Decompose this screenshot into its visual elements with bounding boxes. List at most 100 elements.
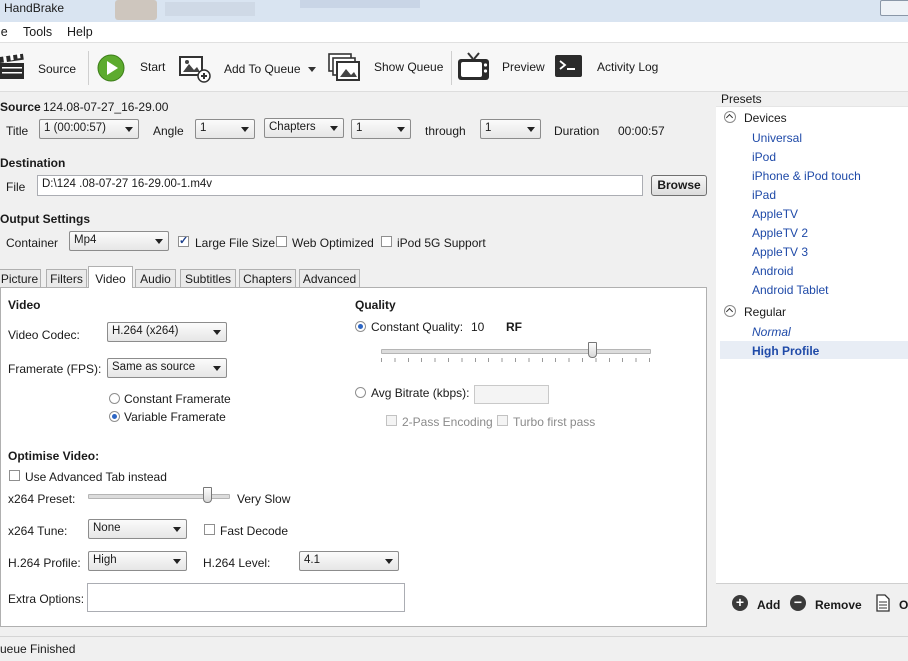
angle-label: Angle <box>153 124 184 138</box>
optimise-heading: Optimise Video: <box>8 449 100 463</box>
avg-bitrate-input[interactable] <box>474 385 549 404</box>
angle-dropdown[interactable]: 1 <box>195 119 255 139</box>
document-icon[interactable] <box>876 594 890 615</box>
remove-preset-button[interactable]: Remove <box>815 598 862 612</box>
browse-button[interactable]: Browse <box>651 175 707 196</box>
constant-framerate-radio[interactable] <box>109 393 120 404</box>
tab-picture[interactable]: Picture <box>0 269 41 287</box>
preset-device-item[interactable]: Android Tablet <box>752 283 829 297</box>
source-label[interactable]: Source <box>38 62 76 76</box>
options-button[interactable]: O <box>899 598 908 612</box>
presets-group-devices[interactable]: Devices <box>744 111 787 125</box>
turbo-first-pass-checkbox[interactable] <box>497 415 508 426</box>
video-codec-label: Video Codec: <box>8 328 80 342</box>
container-dropdown[interactable]: Mp4 <box>69 231 169 251</box>
x264-preset-slider-thumb[interactable] <box>203 487 212 503</box>
constant-quality-radio[interactable] <box>355 321 366 332</box>
web-optimized-checkbox[interactable] <box>276 236 287 247</box>
status-bar: ueue Finished <box>0 636 908 661</box>
activity-log-button[interactable] <box>555 55 583 79</box>
menu-tools[interactable]: Tools <box>23 25 52 39</box>
preset-high-profile[interactable]: High Profile <box>752 344 819 358</box>
constant-quality-slider-thumb[interactable] <box>588 342 598 358</box>
chevron-down-icon <box>527 127 535 132</box>
h264-level-dropdown[interactable]: 4.1 <box>299 551 399 571</box>
presets-group-regular[interactable]: Regular <box>744 305 786 319</box>
devices-collapse-icon[interactable] <box>724 111 736 123</box>
add-to-queue-label[interactable]: Add To Queue <box>224 62 301 76</box>
preset-device-item[interactable]: AppleTV 3 <box>752 245 808 259</box>
title-dropdown[interactable]: 1 (00:00:57) <box>39 119 139 139</box>
variable-framerate-radio[interactable] <box>109 411 120 422</box>
add-preset-button[interactable]: Add <box>757 598 780 612</box>
large-file-label: Large File Size <box>195 236 276 250</box>
extra-options-input[interactable] <box>87 583 405 612</box>
tab-advanced[interactable]: Advanced <box>299 269 360 287</box>
menu-file[interactable]: le <box>0 25 8 39</box>
ipod-support-checkbox[interactable] <box>381 236 392 247</box>
constant-quality-label: Constant Quality: <box>371 320 464 334</box>
chevron-down-icon <box>330 126 338 131</box>
remove-icon[interactable]: − <box>790 595 806 611</box>
menu-help[interactable]: Help <box>67 25 93 39</box>
add-to-queue-button[interactable] <box>178 54 212 83</box>
video-heading: Video <box>8 298 41 312</box>
duration-label: Duration <box>554 124 600 138</box>
fast-decode-checkbox[interactable] <box>204 524 215 535</box>
preset-device-item[interactable]: Android <box>752 264 793 278</box>
tab-subtitles[interactable]: Subtitles <box>180 269 236 287</box>
preset-device-item[interactable]: iPod <box>752 150 776 164</box>
range-from-dropdown[interactable]: 1 <box>351 119 411 139</box>
large-file-checkbox[interactable] <box>178 234 189 247</box>
add-icon[interactable]: + <box>732 595 748 611</box>
regular-collapse-icon[interactable] <box>724 305 736 317</box>
presets-divider <box>716 583 908 584</box>
tab-filters[interactable]: Filters <box>46 269 87 287</box>
tab-chapters[interactable]: Chapters <box>239 269 296 287</box>
preset-device-item[interactable]: iPhone & iPod touch <box>752 169 861 183</box>
destination-heading: Destination <box>0 156 66 170</box>
tab-video[interactable]: Video <box>88 266 133 288</box>
preview-button[interactable] <box>457 51 491 83</box>
preset-device-item[interactable]: AppleTV 2 <box>752 226 808 240</box>
chevron-down-icon[interactable] <box>308 67 316 72</box>
preset-normal[interactable]: Normal <box>752 325 791 339</box>
video-codec-dropdown[interactable]: H.264 (x264) <box>107 322 227 342</box>
taskbar-blur <box>165 2 255 16</box>
avg-bitrate-radio[interactable] <box>355 387 366 398</box>
framerate-dropdown[interactable]: Same as source <box>107 358 227 378</box>
close-button[interactable] <box>880 0 908 16</box>
toolbar-separator <box>88 51 89 85</box>
range-type-dropdown[interactable]: Chapters <box>264 118 344 138</box>
add-queue-icon <box>179 56 211 83</box>
output-settings-heading: Output Settings <box>0 212 90 226</box>
preview-label[interactable]: Preview <box>502 60 545 74</box>
constant-quality-unit: RF <box>506 320 522 334</box>
status-text: ueue Finished <box>0 642 76 656</box>
h264-profile-dropdown[interactable]: High <box>88 551 187 571</box>
source-name: 124.08-07-27_16-29.00 <box>43 100 169 114</box>
range-to-dropdown[interactable]: 1 <box>480 119 541 139</box>
toolbar: Source Start Add To Queue Show Queue Pre… <box>0 43 908 92</box>
framerate-label: Framerate (FPS): <box>8 362 102 376</box>
show-queue-label[interactable]: Show Queue <box>374 60 443 74</box>
preset-device-item[interactable]: AppleTV <box>752 207 798 221</box>
turbo-first-pass-label: Turbo first pass <box>513 415 596 429</box>
through-label: through <box>425 124 466 138</box>
activity-log-label[interactable]: Activity Log <box>597 60 658 74</box>
slider-ticks <box>381 358 651 362</box>
source-button[interactable] <box>0 52 30 81</box>
x264-tune-dropdown[interactable]: None <box>88 519 187 539</box>
two-pass-checkbox[interactable] <box>386 415 397 426</box>
source-heading: Source <box>0 100 41 114</box>
ipod-support-label: iPod 5G Support <box>397 236 486 250</box>
use-advanced-tab-checkbox[interactable] <box>9 470 20 481</box>
preset-device-item[interactable]: Universal <box>752 131 802 145</box>
start-label[interactable]: Start <box>140 60 165 74</box>
start-button[interactable] <box>97 54 125 82</box>
tab-audio[interactable]: Audio <box>135 269 176 287</box>
preset-device-item[interactable]: iPad <box>752 188 776 202</box>
destination-file-input[interactable]: D:\124 .08-07-27 16-29.00-1.m4v <box>37 175 643 196</box>
show-queue-button[interactable] <box>328 53 362 83</box>
constant-quality-slider[interactable] <box>381 349 651 354</box>
